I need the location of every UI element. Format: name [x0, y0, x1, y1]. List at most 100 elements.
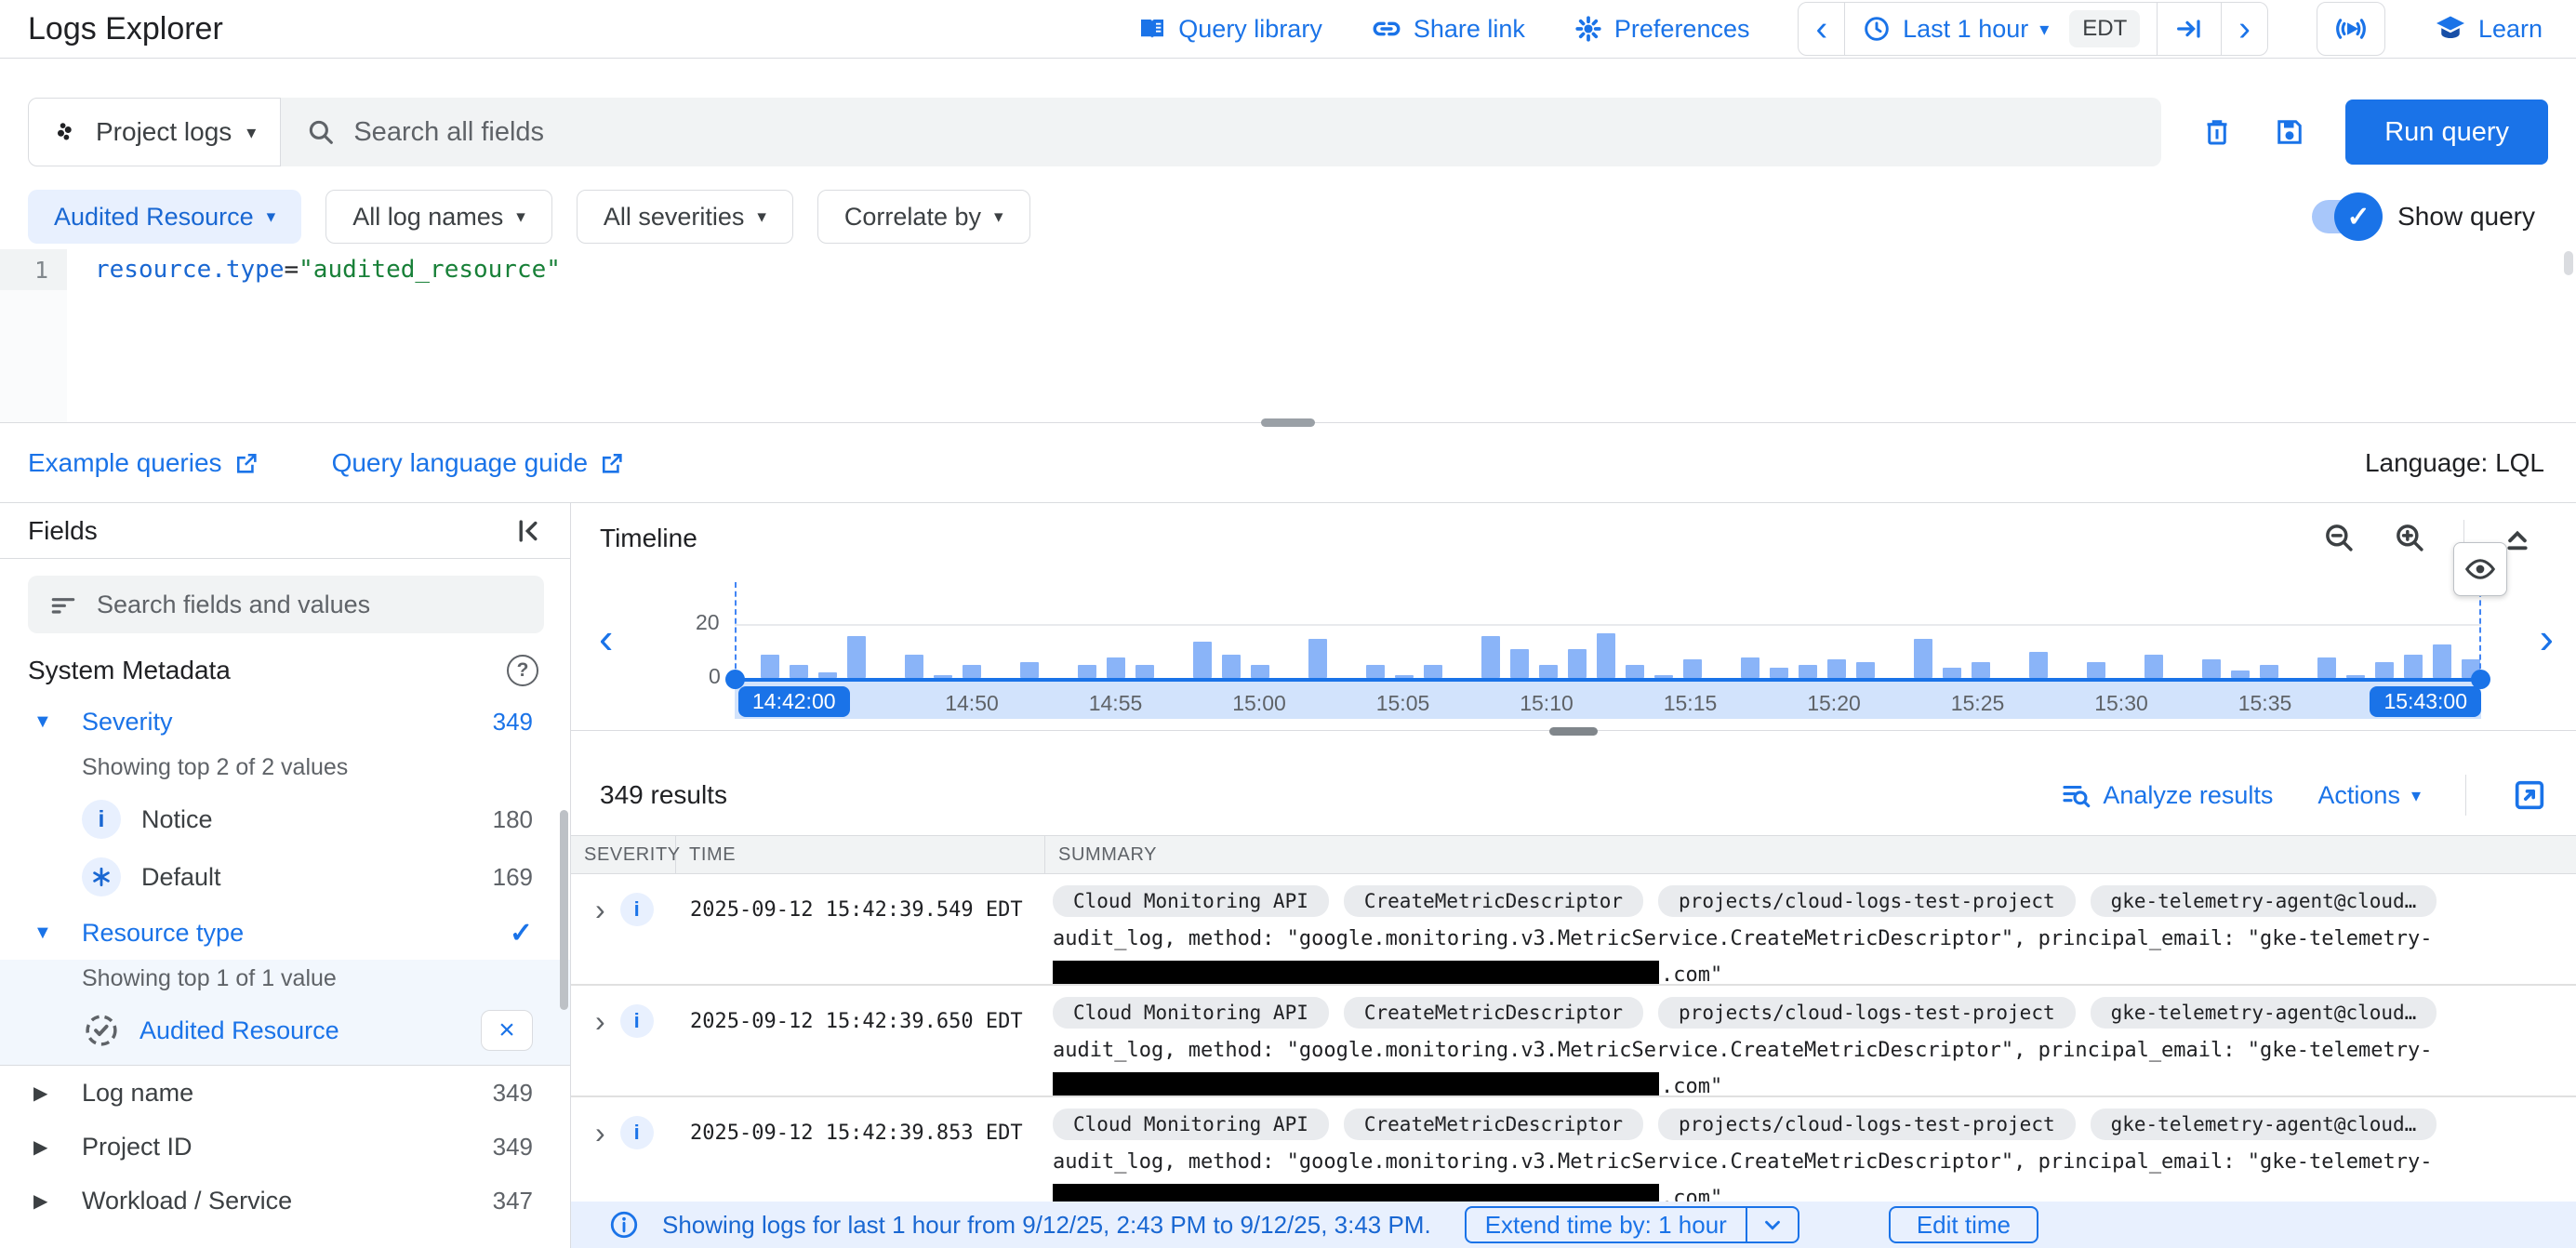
remove-filter-button[interactable]: × [481, 1010, 533, 1051]
fields-collapsed-list: ▶Log name349▶Project ID349▶Workload / Se… [0, 1066, 570, 1228]
scope-selector[interactable]: Project logs ▾ [28, 98, 281, 166]
extend-time-dropdown[interactable] [1747, 1208, 1798, 1241]
zoom-out-icon[interactable] [2322, 521, 2357, 556]
save-query-button[interactable] [2273, 115, 2306, 149]
resource-value-audited[interactable]: Audited Resource × [0, 1002, 570, 1059]
timezone-badge[interactable]: EDT [2069, 10, 2140, 47]
zoom-in-icon[interactable] [2393, 521, 2428, 556]
field-workload-service[interactable]: ▶Workload / Service347 [0, 1174, 570, 1228]
histogram-bar [1193, 642, 1212, 678]
summary-chip[interactable]: projects/cloud-logs-test-project [1658, 997, 2076, 1029]
time-range-picker[interactable]: Last 1 hour ▾ EDT [1845, 3, 2158, 55]
resource-filter-chip[interactable]: Audited Resource ▾ [28, 190, 301, 244]
fields-search-box[interactable] [28, 576, 544, 633]
summary-redacted-line: .com" [1053, 961, 2557, 984]
histogram-bar [2375, 662, 2394, 678]
summary-chip[interactable]: gke-telemetry-agent@cloud… [2091, 997, 2437, 1029]
timeline-scroll-right[interactable]: › [2540, 613, 2554, 663]
time-forward-button[interactable]: › [2222, 3, 2267, 55]
editor-resize-handle[interactable] [1261, 418, 1315, 427]
histogram-bar [2260, 665, 2278, 678]
summary-chip[interactable]: gke-telemetry-agent@cloud… [2091, 885, 2437, 917]
audited-resource-icon [82, 1011, 121, 1050]
field-log-name[interactable]: ▶Log name349 [0, 1066, 570, 1120]
summary-chip[interactable]: projects/cloud-logs-test-project [1658, 1109, 2076, 1140]
line-number: 1 [0, 249, 67, 290]
timeline-title: Timeline [600, 524, 697, 553]
expand-row-icon[interactable]: › [595, 1116, 605, 1149]
column-header-time[interactable]: TIME [676, 836, 1045, 873]
notice-count: 180 [493, 805, 533, 834]
chevron-down-icon: ▾ [267, 206, 276, 228]
selection-start-pill[interactable]: 14:42:00 [738, 686, 850, 717]
preferences-button[interactable]: Preferences [1573, 14, 1750, 44]
summary-chip[interactable]: CreateMetricDescriptor [1344, 997, 1643, 1029]
collapse-panel-icon[interactable] [512, 515, 544, 547]
search-all-fields[interactable] [281, 98, 2161, 166]
actions-dropdown[interactable]: Actions ▾ [2317, 781, 2421, 810]
summary-chip[interactable]: gke-telemetry-agent@cloud… [2091, 1109, 2437, 1140]
field-resource-type[interactable]: ▼ Resource type ✓ [0, 906, 570, 960]
timeline-resize-handle[interactable] [1549, 727, 1598, 736]
correlate-by-chip[interactable]: Correlate by ▾ [817, 190, 1030, 244]
streaming-button[interactable] [2317, 2, 2385, 56]
share-link-button[interactable]: Share link [1371, 13, 1525, 45]
field-project-id[interactable]: ▶Project ID349 [0, 1120, 570, 1174]
x-axis-label: 15:20 [1807, 691, 1861, 716]
summary-chips: Cloud Monitoring API CreateMetricDescript… [1053, 885, 2557, 917]
expand-row-icon[interactable]: › [595, 893, 605, 926]
summary-chip[interactable]: Cloud Monitoring API [1053, 885, 1329, 917]
timeline-selection-band[interactable]: 14:42:00 15:43:00 14:5014:5515:0015:0515… [735, 678, 2481, 719]
summary-chip[interactable]: projects/cloud-logs-test-project [1658, 885, 2076, 917]
query-code-line[interactable]: resource.type="audited_resource" [95, 249, 561, 290]
field-severity[interactable]: ▼ Severity 349 [0, 695, 570, 749]
query-library-button[interactable]: Query library [1137, 14, 1322, 44]
fields-search-input[interactable] [97, 591, 524, 619]
column-header-summary[interactable]: SUMMARY [1045, 836, 2576, 873]
time-back-button[interactable]: ‹ [1799, 3, 1845, 55]
edit-time-button[interactable]: Edit time [1889, 1206, 2038, 1243]
show-query-toggle[interactable]: ✓ [2312, 200, 2373, 233]
search-input[interactable] [353, 117, 2137, 148]
example-queries-link[interactable]: Example queries [28, 448, 259, 478]
selection-end-pill[interactable]: 15:43:00 [2370, 686, 2481, 717]
extend-time-main[interactable]: Extend time by: 1 hour [1467, 1208, 1746, 1241]
fields-scrollbar[interactable] [560, 810, 568, 1010]
preview-logs-button[interactable] [2453, 542, 2507, 596]
triangle-right-icon: ▶ [33, 1135, 82, 1159]
expand-results-icon[interactable] [2511, 777, 2548, 814]
field-label: Project ID [82, 1133, 493, 1162]
histogram-bar [1770, 668, 1788, 678]
query-editor[interactable]: 1 resource.type="audited_resource" [0, 249, 2576, 423]
selection-start-handle[interactable] [725, 670, 745, 689]
severities-filter-chip[interactable]: All severities ▾ [577, 190, 793, 244]
severity-cell: ›i [571, 874, 676, 984]
help-icon[interactable]: ? [507, 655, 538, 686]
editor-scrollbar[interactable] [2564, 251, 2573, 275]
expand-row-icon[interactable]: › [595, 1004, 605, 1038]
run-query-button[interactable]: Run query [2345, 100, 2548, 165]
column-header-severity[interactable]: SEVERITY [571, 836, 676, 873]
table-row[interactable]: ›i2025-09-12 15:42:39.650 EDTCloud Monit… [571, 986, 2576, 1097]
summary-chip[interactable]: Cloud Monitoring API [1053, 997, 1329, 1029]
learn-button[interactable]: Learn [2434, 12, 2543, 46]
x-axis-label: 15:25 [1951, 691, 2005, 716]
timeline-chart[interactable]: 20 0 [735, 582, 2481, 678]
severity-value-notice[interactable]: i Notice 180 [0, 790, 570, 848]
query-language-guide-link[interactable]: Query language guide [332, 448, 626, 478]
selection-end-handle[interactable] [2471, 670, 2490, 689]
log-names-filter-chip[interactable]: All log names ▾ [325, 190, 552, 244]
timeline-scroll-left[interactable]: ‹ [599, 613, 613, 663]
summary-chip[interactable]: Cloud Monitoring API [1053, 1109, 1329, 1140]
table-row[interactable]: ›i2025-09-12 15:42:39.853 EDTCloud Monit… [571, 1097, 2576, 1209]
analyze-results-button[interactable]: Analyze results [2060, 779, 2273, 811]
jump-to-now-button[interactable] [2158, 3, 2222, 55]
table-row[interactable]: ›i2025-09-12 15:42:39.549 EDTCloud Monit… [571, 874, 2576, 986]
histogram-bar [1107, 657, 1125, 678]
summary-chip[interactable]: CreateMetricDescriptor [1344, 1109, 1643, 1140]
summary-chip[interactable]: CreateMetricDescriptor [1344, 885, 1643, 917]
severity-value-default[interactable]: Default 169 [0, 848, 570, 906]
clear-query-button[interactable] [2200, 115, 2234, 149]
histogram-bar [2202, 659, 2221, 678]
histogram-bar [1424, 665, 1442, 678]
